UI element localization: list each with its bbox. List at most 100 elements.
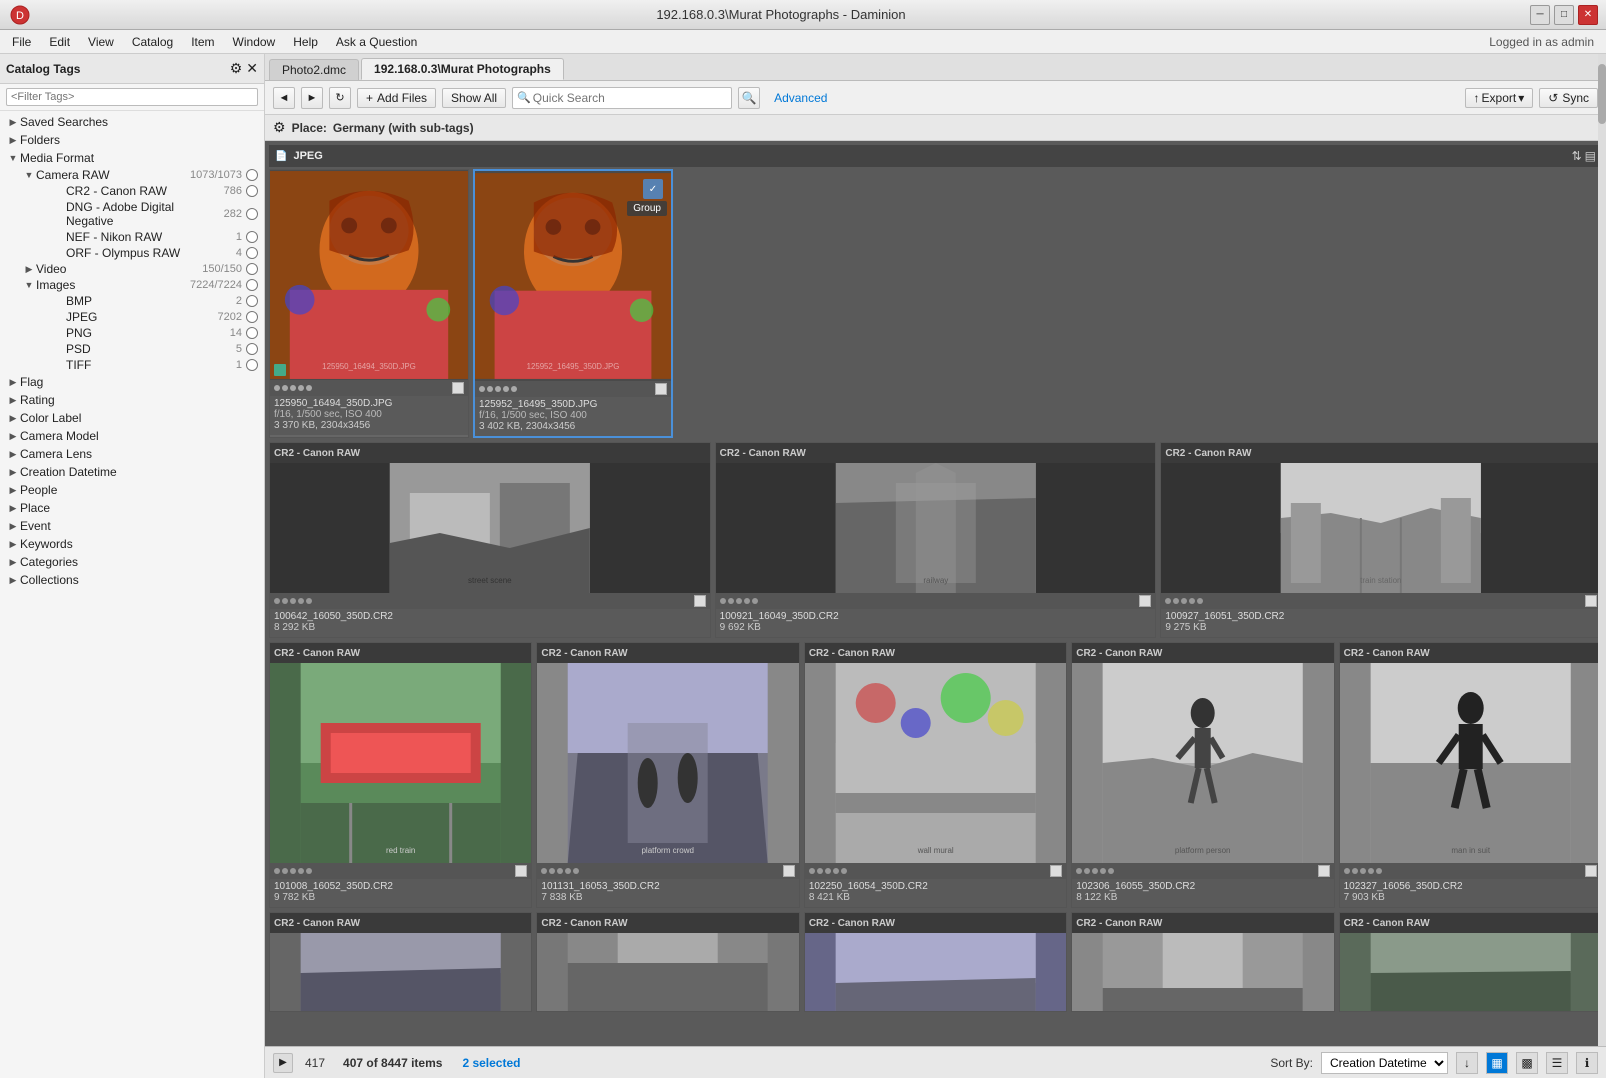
sort-order-button[interactable]: ↓ — [1456, 1052, 1478, 1074]
photo-item[interactable]: CR2 - Canon RAW — [804, 642, 1067, 908]
sidebar-item-people[interactable]: ▶ People — [0, 481, 264, 499]
refresh-button[interactable]: ↻ — [329, 87, 351, 109]
sidebar-item-collections[interactable]: ▶ Collections — [0, 571, 264, 589]
view-list-button[interactable]: ☰ — [1546, 1052, 1568, 1074]
export-button[interactable]: ↑ Export ▾ — [1465, 88, 1534, 108]
gear-icon[interactable]: ⚙ — [230, 60, 243, 77]
checkbox[interactable] — [694, 595, 706, 607]
photo-item[interactable]: CR2 - Canon RAW platform crowd — [536, 642, 799, 908]
photo-item[interactable]: CR2 - Canon RAW train station — [1160, 442, 1602, 638]
checkbox[interactable] — [783, 865, 795, 877]
sidebar-item-camera-model[interactable]: ▶ Camera Model — [0, 427, 264, 445]
sidebar-item-dng[interactable]: DNG - Adobe Digital Negative 282 — [32, 199, 264, 229]
search-input[interactable] — [533, 91, 727, 105]
sidebar-item-tiff[interactable]: TIFF 1 — [32, 357, 264, 373]
scrollbar-thumb[interactable] — [1598, 64, 1606, 124]
photo-item-partial[interactable]: CR2 - Canon RAW — [804, 912, 1067, 1012]
selected-count[interactable]: 2 selected — [456, 1056, 526, 1070]
sidebar-item-video[interactable]: ▶ Video 150/150 — [16, 261, 264, 277]
checkbox[interactable] — [1585, 595, 1597, 607]
menu-help[interactable]: Help — [285, 33, 326, 51]
sidebar-item-creation-datetime[interactable]: ▶ Creation Datetime — [0, 463, 264, 481]
filter-radio[interactable] — [246, 247, 258, 259]
photo-item-partial[interactable]: CR2 - Canon RAW — [269, 912, 532, 1012]
sidebar-item-nef[interactable]: NEF - Nikon RAW 1 — [32, 229, 264, 245]
checkbox[interactable] — [1585, 865, 1597, 877]
sidebar-item-camera-lens[interactable]: ▶ Camera Lens — [0, 445, 264, 463]
view-grid2-button[interactable]: ▩ — [1516, 1052, 1538, 1074]
menu-view[interactable]: View — [80, 33, 122, 51]
filter-radio[interactable] — [246, 169, 258, 181]
photo-item[interactable]: CR2 - Canon RAW — [1071, 642, 1334, 908]
sidebar-item-jpeg[interactable]: JPEG 7202 — [32, 309, 264, 325]
filter-input[interactable] — [6, 88, 258, 106]
photo-item-selected[interactable]: 125952_16495_350D.JPG ✓ Group — [473, 169, 673, 438]
view-grid-button[interactable]: ▦ — [1486, 1052, 1508, 1074]
show-all-button[interactable]: Show All — [442, 88, 506, 108]
filter-radio[interactable] — [246, 185, 258, 197]
forward-button[interactable]: ► — [301, 87, 323, 109]
tab-photo2[interactable]: Photo2.dmc — [269, 59, 359, 80]
sidebar-item-categories[interactable]: ▶ Categories — [0, 553, 264, 571]
filter-radio[interactable] — [246, 208, 258, 220]
menu-edit[interactable]: Edit — [41, 33, 78, 51]
menu-ask[interactable]: Ask a Question — [328, 33, 425, 51]
filter-radio[interactable] — [246, 295, 258, 307]
menu-window[interactable]: Window — [225, 33, 284, 51]
play-button[interactable]: ▶ — [273, 1053, 293, 1073]
close-icon[interactable]: ✕ — [246, 60, 258, 77]
photo-item-partial[interactable]: CR2 - Canon RAW — [1071, 912, 1334, 1012]
photo-item[interactable]: CR2 - Canon RAW street scene — [269, 442, 711, 638]
sidebar-item-media-format[interactable]: ▼ Media Format — [0, 149, 264, 167]
sort-select[interactable]: Creation Datetime Filename File Size Rat… — [1321, 1052, 1448, 1074]
filter-radio[interactable] — [246, 311, 258, 323]
menu-file[interactable]: File — [4, 33, 39, 51]
sidebar-item-png[interactable]: PNG 14 — [32, 325, 264, 341]
filter-radio[interactable] — [246, 231, 258, 243]
photo-item-partial[interactable]: CR2 - Canon RAW — [536, 912, 799, 1012]
sort-icon[interactable]: ⇅ — [1572, 149, 1582, 163]
menu-item[interactable]: Item — [183, 33, 222, 51]
search-submit-button[interactable]: 🔍 — [738, 87, 760, 109]
filter-radio[interactable] — [246, 343, 258, 355]
advanced-button[interactable]: Advanced — [766, 89, 835, 107]
place-settings-icon[interactable]: ⚙ — [273, 119, 286, 136]
sidebar-item-bmp[interactable]: BMP 2 — [32, 293, 264, 309]
sidebar-item-orf[interactable]: ORF - Olympus RAW 4 — [32, 245, 264, 261]
photo-item[interactable]: CR2 - Canon RAW railway — [715, 442, 1157, 638]
checkbox[interactable] — [515, 865, 527, 877]
sidebar-item-psd[interactable]: PSD 5 — [32, 341, 264, 357]
sidebar-item-folders[interactable]: ▶ Folders — [0, 131, 264, 149]
checkbox[interactable] — [655, 383, 667, 395]
sidebar-item-cr2[interactable]: CR2 - Canon RAW 786 — [32, 183, 264, 199]
sidebar-item-keywords[interactable]: ▶ Keywords — [0, 535, 264, 553]
back-button[interactable]: ◄ — [273, 87, 295, 109]
tab-murat[interactable]: 192.168.0.3\Murat Photographs — [361, 58, 564, 80]
filter-radio[interactable] — [246, 359, 258, 371]
maximize-button[interactable]: □ — [1554, 5, 1574, 25]
menu-catalog[interactable]: Catalog — [124, 33, 181, 51]
checkbox[interactable] — [1318, 865, 1330, 877]
sidebar-item-camera-raw[interactable]: ▼ Camera RAW 1073/1073 — [16, 167, 264, 183]
sidebar-item-images[interactable]: ▼ Images 7224/7224 — [16, 277, 264, 293]
sidebar-item-place[interactable]: ▶ Place — [0, 499, 264, 517]
photo-item[interactable]: CR2 - Canon RAW — [1339, 642, 1602, 908]
checkbox[interactable] — [1139, 595, 1151, 607]
photo-item[interactable]: 125950_16494_350D.JPG — [269, 169, 469, 438]
info-button[interactable]: ℹ — [1576, 1052, 1598, 1074]
sync-button[interactable]: ↺ Sync — [1539, 88, 1598, 108]
sidebar-item-flag[interactable]: ▶ Flag — [0, 373, 264, 391]
photo-item[interactable]: CR2 - Canon RAW red train — [269, 642, 532, 908]
filter-icon[interactable]: ▤ — [1585, 149, 1596, 163]
sidebar-item-event[interactable]: ▶ Event — [0, 517, 264, 535]
sidebar-item-color-label[interactable]: ▶ Color Label — [0, 409, 264, 427]
checkbox[interactable] — [1050, 865, 1062, 877]
minimize-button[interactable]: ─ — [1530, 5, 1550, 25]
photo-item-partial[interactable]: CR2 - Canon RAW — [1339, 912, 1602, 1012]
checkbox[interactable] — [452, 382, 464, 394]
sidebar-item-saved-searches[interactable]: ▶ Saved Searches — [0, 113, 264, 131]
sidebar-item-rating[interactable]: ▶ Rating — [0, 391, 264, 409]
filter-radio[interactable] — [246, 263, 258, 275]
add-files-button[interactable]: + Add Files — [357, 88, 436, 108]
filter-radio[interactable] — [246, 327, 258, 339]
